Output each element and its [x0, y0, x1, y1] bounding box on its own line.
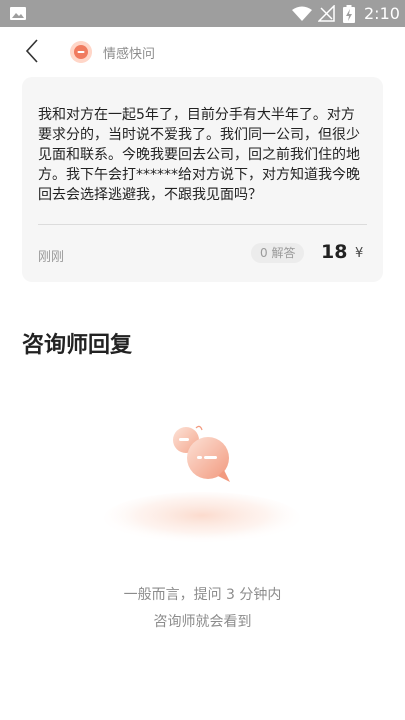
chat-bubble-avatar-icon	[70, 41, 92, 63]
wifi-icon	[292, 6, 312, 21]
reward-price: 18	[321, 241, 348, 263]
question-text: 我和对方在一起5年了，目前分手有大半年了。对方要求分的，当时说不爱我了。我们同一…	[38, 107, 360, 203]
status-time: 2:10	[364, 4, 400, 23]
status-bar: 2:10	[0, 0, 405, 27]
empty-chat-illustration	[104, 425, 300, 544]
question-card: 我和对方在一起5年了，目前分手有大半年了。对方要求分的，当时说不爱我了。我们同一…	[22, 77, 383, 282]
empty-hint-line1: 一般而言，提问 3 分钟内	[123, 587, 282, 603]
header: 情感快问	[0, 27, 405, 75]
divider	[38, 224, 367, 225]
empty-hint-line2: 咨询师就会看到	[153, 614, 252, 630]
signal-icon	[318, 5, 335, 22]
page-title: 情感快问	[103, 47, 156, 62]
battery-charging-icon	[343, 5, 355, 23]
replies-section-title: 咨询师回复	[22, 333, 133, 358]
currency-symbol: ¥	[355, 246, 364, 261]
question-time: 刚刚	[38, 250, 65, 265]
answer-count-badge: 0 解答	[251, 243, 305, 263]
back-arrow-icon[interactable]	[20, 37, 48, 65]
image-notification-icon	[10, 7, 26, 20]
